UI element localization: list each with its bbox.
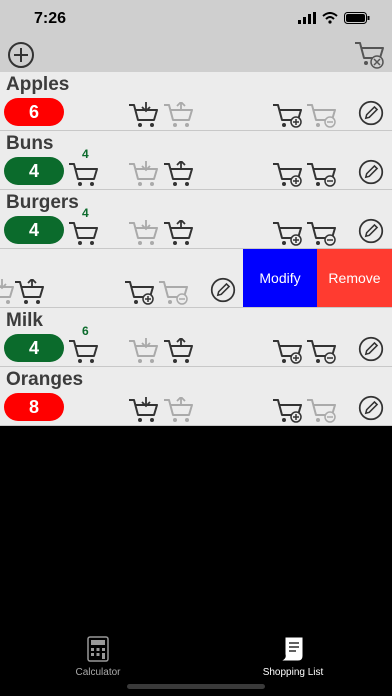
cart-out-icon[interactable]: [163, 161, 193, 187]
list-item[interactable]: Buns 4 4: [0, 131, 392, 190]
item-name: Buns: [6, 133, 54, 154]
list-item[interactable]: Oranges 8: [0, 367, 392, 426]
cart-out-icon[interactable]: [163, 338, 193, 364]
cart-minus-icon[interactable]: [158, 279, 188, 305]
cart-plus-icon[interactable]: [272, 338, 302, 364]
cart-plus-icon[interactable]: [124, 279, 154, 305]
quantity-badge: 4: [4, 157, 64, 185]
quantity-badge: 4: [4, 216, 64, 244]
item-name: Oranges: [6, 369, 84, 390]
cart-count: 4: [82, 206, 89, 220]
item-name: Burgers: [6, 192, 79, 213]
in-cart-icon: [68, 340, 98, 364]
receipt-icon: [282, 637, 303, 661]
shopping-list: Apples 6 Buns 4 4 Burgers 4 4 Modify Rem…: [0, 72, 392, 426]
quantity-badge: 6: [4, 98, 64, 126]
quantity-badge: 8: [4, 393, 64, 421]
cart-in-icon[interactable]: [128, 397, 158, 423]
cart-plus-icon[interactable]: [272, 397, 302, 423]
status-bar: 7:26: [0, 0, 392, 38]
signal-icon: [298, 12, 316, 24]
cart-out-icon[interactable]: [163, 397, 193, 423]
edit-icon[interactable]: [356, 336, 386, 362]
status-icons: [298, 12, 370, 24]
toolbar: [0, 38, 392, 72]
cart-minus-icon[interactable]: [306, 161, 336, 187]
item-name: Apples: [6, 74, 70, 95]
calculator-icon: [87, 636, 109, 662]
cart-out-icon[interactable]: [163, 220, 193, 246]
item-name: Milk: [6, 310, 43, 331]
clear-cart-icon[interactable]: [354, 40, 386, 70]
cart-plus-icon[interactable]: [272, 102, 302, 128]
edit-icon[interactable]: [356, 159, 386, 185]
modify-button[interactable]: Modify: [243, 249, 317, 307]
tab-shopping-list[interactable]: Shopping List: [238, 636, 348, 678]
cart-in-icon[interactable]: [128, 102, 158, 128]
tab-label: Shopping List: [262, 667, 324, 678]
status-time: 7:26: [34, 10, 67, 27]
home-indicator: [127, 684, 265, 689]
edit-icon[interactable]: [356, 395, 386, 421]
cart-plus-icon[interactable]: [272, 161, 302, 187]
cart-in-icon[interactable]: [0, 279, 14, 305]
cart-minus-icon[interactable]: [306, 220, 336, 246]
tab-calculator[interactable]: Calculator: [43, 636, 153, 678]
edit-icon[interactable]: [356, 100, 386, 126]
cart-in-icon[interactable]: [128, 338, 158, 364]
cart-plus-icon[interactable]: [272, 220, 302, 246]
cart-out-icon[interactable]: [14, 279, 44, 305]
cart-out-icon[interactable]: [163, 102, 193, 128]
cart-minus-icon[interactable]: [306, 338, 336, 364]
cart-minus-icon[interactable]: [306, 397, 336, 423]
in-cart-icon: [68, 163, 98, 187]
remove-button[interactable]: Remove: [317, 249, 392, 307]
cart-count: 6: [82, 324, 89, 338]
in-cart-icon: [68, 222, 98, 246]
list-item[interactable]: Apples 6: [0, 72, 392, 131]
list-item[interactable]: Milk 4 6: [0, 308, 392, 367]
wifi-icon: [322, 12, 338, 24]
cart-minus-icon[interactable]: [306, 102, 336, 128]
edit-icon[interactable]: [208, 277, 238, 303]
tab-label: Calculator: [75, 667, 121, 678]
edit-icon[interactable]: [356, 218, 386, 244]
quantity-badge: 4: [4, 334, 64, 362]
list-item[interactable]: Burgers 4 4: [0, 190, 392, 249]
cart-in-icon[interactable]: [128, 161, 158, 187]
tab-bar: Calculator Shopping List: [0, 626, 392, 696]
battery-icon: [344, 12, 370, 24]
cart-in-icon[interactable]: [128, 220, 158, 246]
cart-count: 4: [82, 147, 89, 161]
add-item-icon[interactable]: [6, 40, 38, 70]
list-item-swiped[interactable]: Modify Remove: [0, 249, 392, 308]
